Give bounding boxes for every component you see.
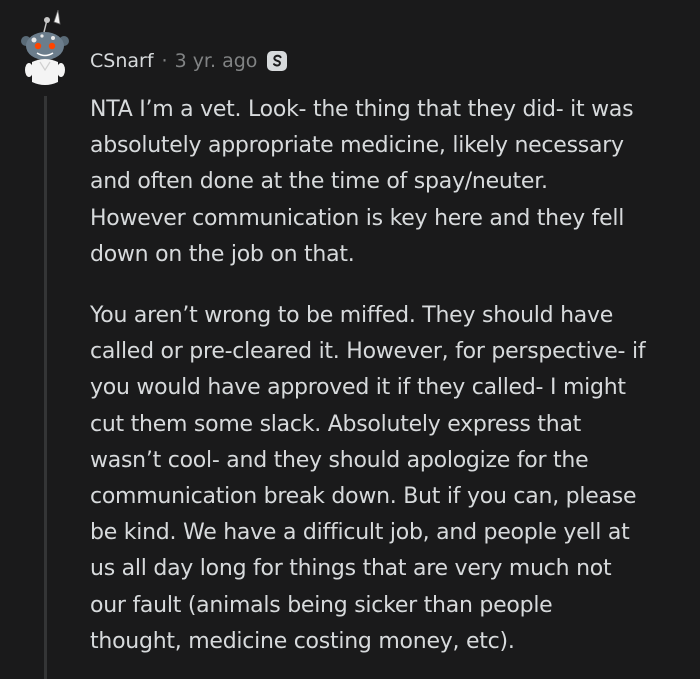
snoo-s-award-icon xyxy=(267,51,288,71)
comment: CSnarf · 3 yr. ago NTA I’m a vet. Look- … xyxy=(0,0,700,679)
comment-body: NTA I’m a vet. Look- the thing that they… xyxy=(90,92,690,660)
thread-collapse-line[interactable] xyxy=(44,96,47,679)
comment-paragraph: NTA I’m a vet. Look- the thing that they… xyxy=(90,97,634,267)
comment-paragraph: You aren’t wrong to be miffed. They shou… xyxy=(90,303,646,654)
meta-separator: · xyxy=(161,50,168,72)
avatar[interactable] xyxy=(20,10,70,90)
comment-timestamp[interactable]: 3 yr. ago xyxy=(175,50,258,72)
comment-header: CSnarf · 3 yr. ago xyxy=(90,46,288,76)
username-link[interactable]: CSnarf xyxy=(90,50,154,72)
